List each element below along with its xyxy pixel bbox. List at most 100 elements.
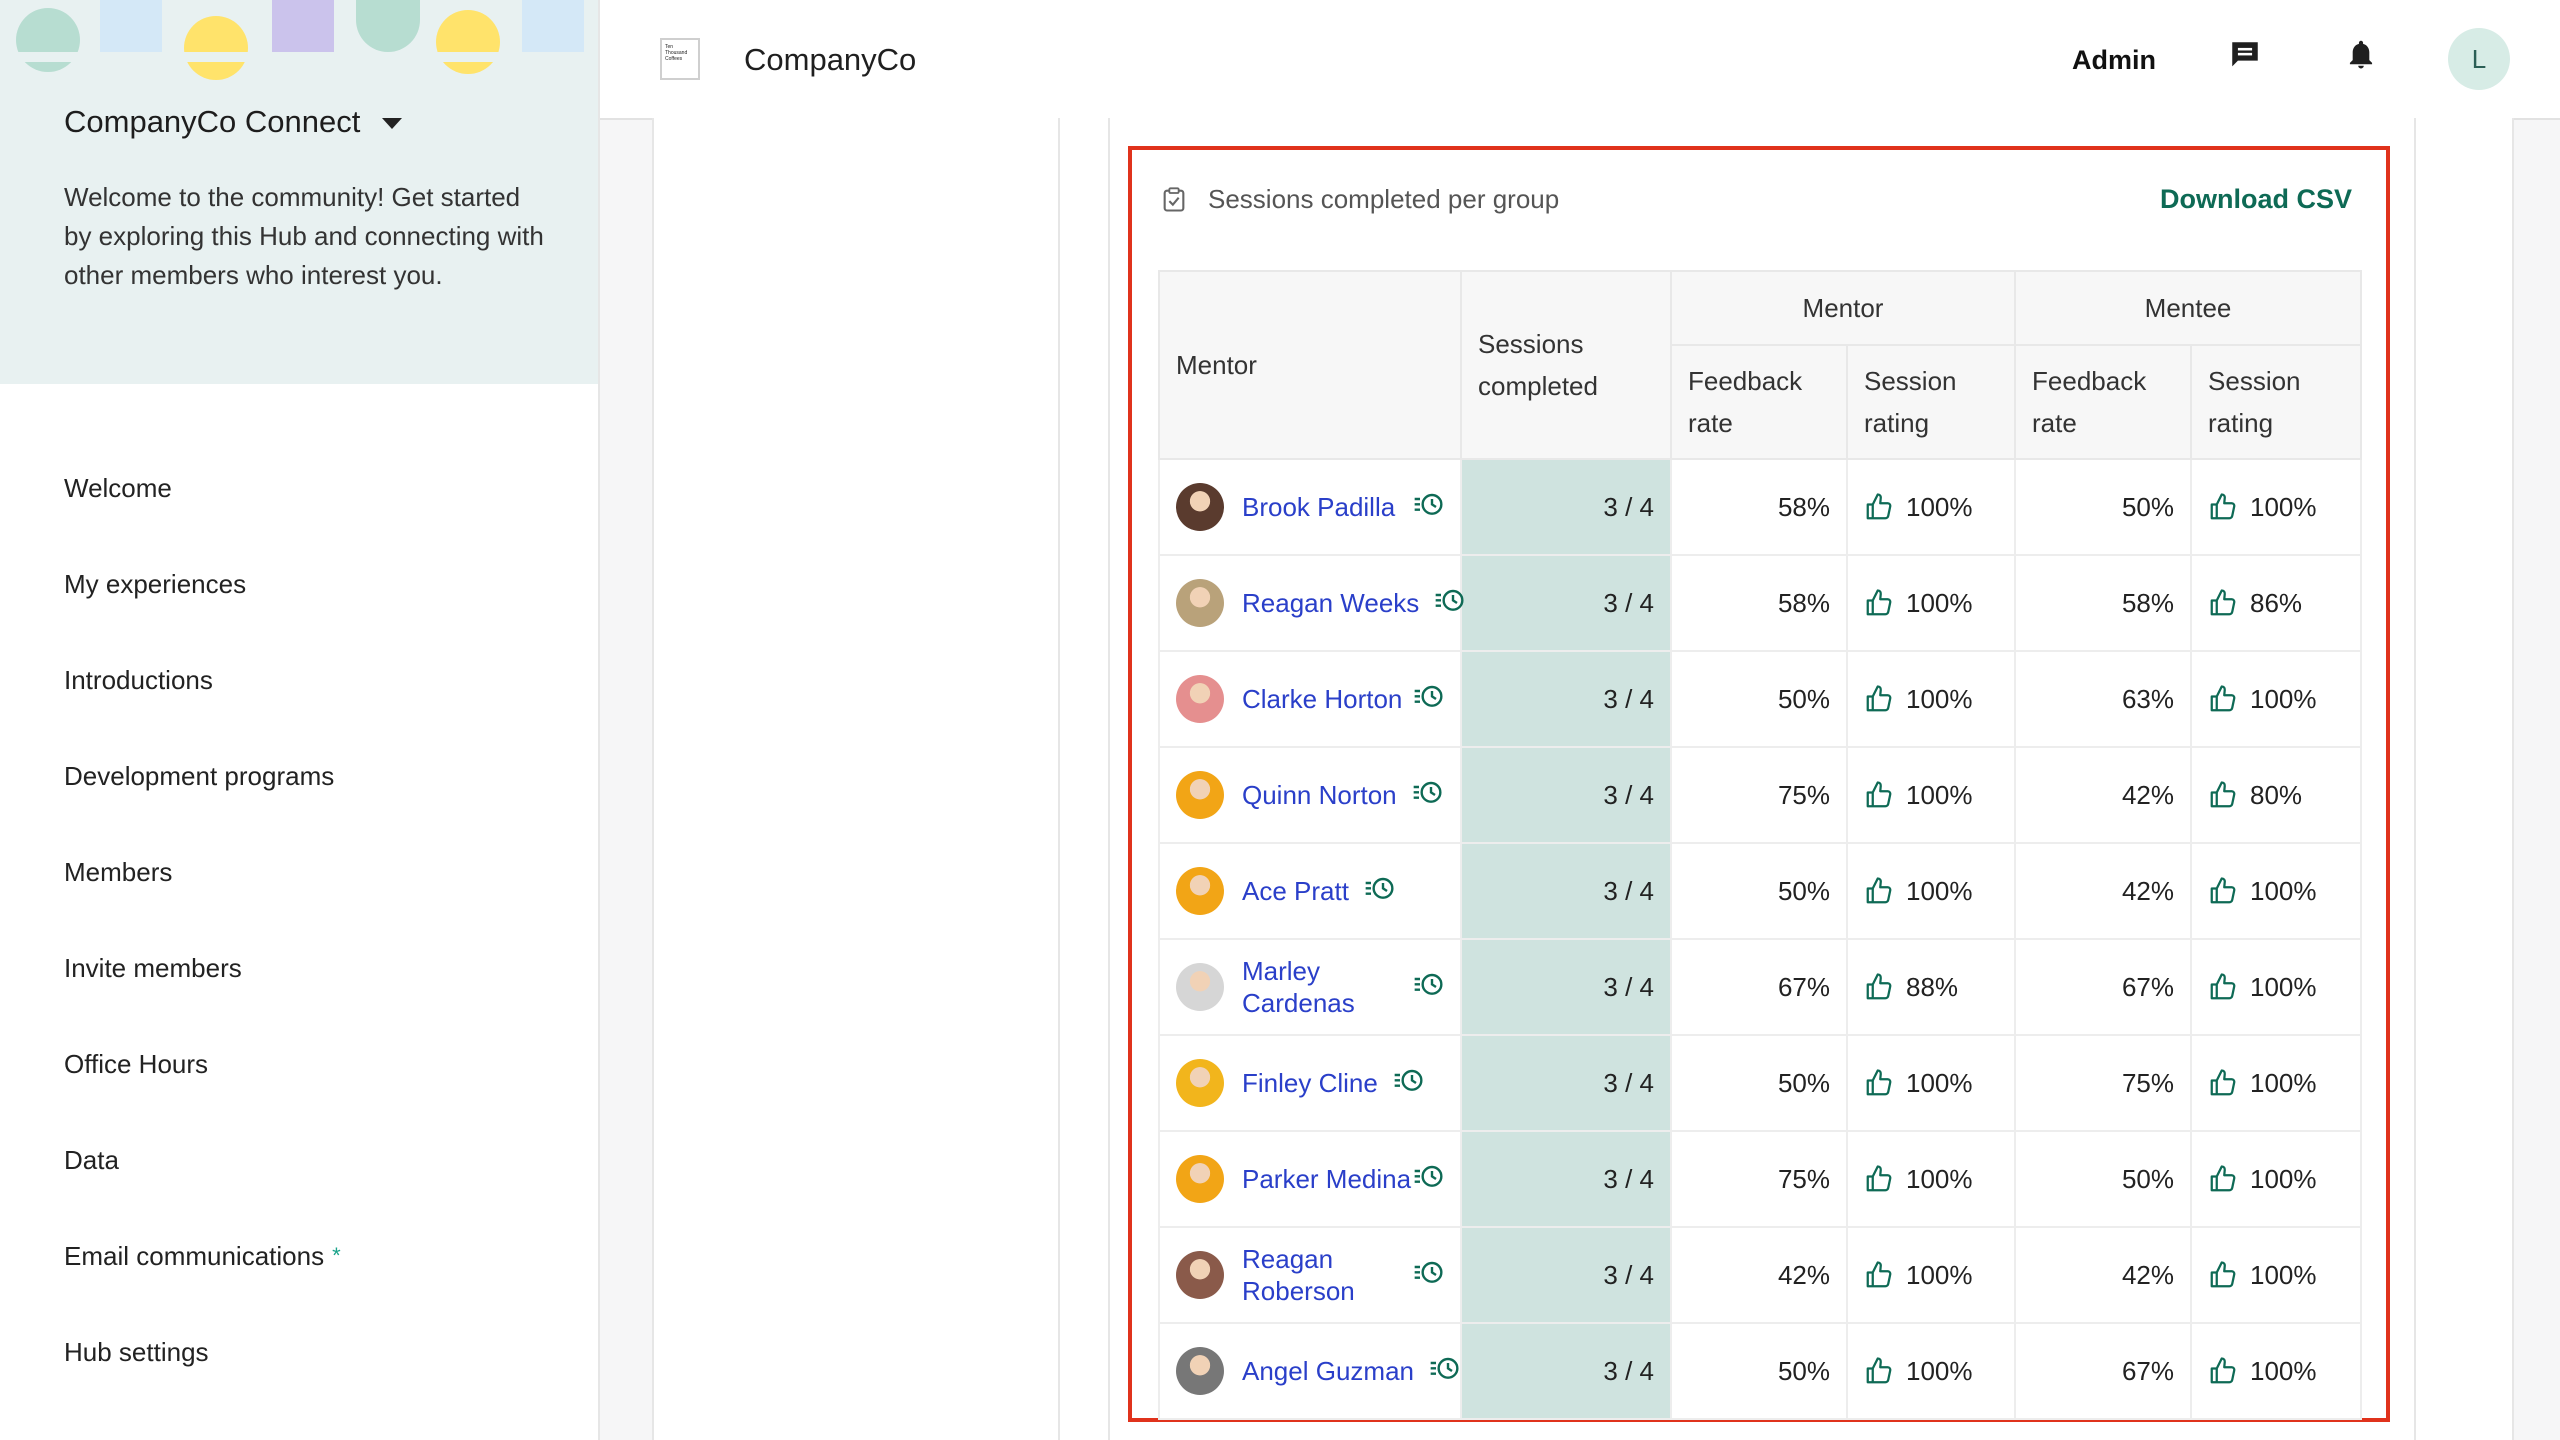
sidebar-item-email-communications[interactable]: Email communications *	[64, 1208, 341, 1304]
decorative-shape	[272, 0, 334, 52]
header-mentee-feedback-rate[interactable]: Feedback rate	[2014, 344, 2193, 460]
mentor-name-link[interactable]: Ace Pratt	[1242, 875, 1349, 907]
header-sessions-completed[interactable]: Sessions completed	[1460, 270, 1672, 460]
sidebar-item-welcome[interactable]: Welcome	[64, 440, 341, 536]
mentor-cell: Clarke Horton	[1158, 650, 1462, 748]
mentor-session-rating-cell: 100%	[1845, 746, 2017, 844]
rating-value: 100%	[2250, 1259, 2317, 1290]
thumbs-up-icon	[2208, 1260, 2238, 1290]
mentor-cell: Quinn Norton	[1158, 746, 1462, 844]
header-mentee-session-rating[interactable]: Session rating	[2190, 344, 2363, 460]
mentor-session-rating-cell: 100%	[1845, 1034, 2017, 1132]
table-row: Angel Guzman 3 / 4 50% 100% 67% 100%	[1158, 1322, 2363, 1420]
sidebar-item-invite-members[interactable]: Invite members	[64, 920, 341, 1016]
session-history-icon[interactable]	[1412, 683, 1444, 715]
sessions-completed-cell: 3 / 4	[1460, 1034, 1672, 1132]
sidebar-item-my-experiences[interactable]: My experiences	[64, 536, 341, 632]
mentor-name-link[interactable]: Reagan Weeks	[1242, 587, 1419, 619]
thumbs-up-icon	[1864, 588, 1894, 618]
mentor-cell: Reagan Roberson	[1158, 1226, 1462, 1324]
avatar	[1176, 483, 1224, 531]
thumbs-up-icon	[2208, 780, 2238, 810]
admin-link[interactable]: Admin	[2072, 45, 2156, 76]
sidebar-item-members[interactable]: Members	[64, 824, 341, 920]
panel-title-text: Sessions completed per group	[1208, 184, 1560, 214]
avatar	[1176, 579, 1224, 627]
thumbs-up-icon	[1864, 1260, 1894, 1290]
user-avatar[interactable]: L	[2448, 28, 2510, 90]
rating-value: 100%	[2250, 875, 2317, 906]
session-history-icon[interactable]	[1411, 779, 1443, 811]
session-history-icon[interactable]	[1412, 1163, 1444, 1195]
header-mentor-feedback-rate[interactable]: Feedback rate	[1670, 344, 1848, 460]
decorative-shape	[436, 10, 500, 74]
message-icon[interactable]	[2228, 38, 2262, 77]
mentee-feedback-rate-cell: 67%	[2014, 1322, 2193, 1420]
mentor-session-rating-cell: 100%	[1845, 1322, 2017, 1420]
sessions-completed-cell: 3 / 4	[1460, 938, 1672, 1036]
decorative-shape	[16, 8, 80, 72]
rating-value: 100%	[1906, 1259, 1973, 1290]
thumbs-up-icon	[2208, 876, 2238, 906]
sidebar-item-office-hours[interactable]: Office Hours	[64, 1016, 341, 1112]
sessions-completed-cell: 3 / 4	[1460, 1322, 1672, 1420]
rating-value: 86%	[2250, 587, 2303, 618]
mentor-name-link[interactable]: Clarke Horton	[1242, 683, 1412, 715]
sidebar-header: CompanyCo Connect Welcome to the communi…	[0, 0, 598, 384]
avatar	[1176, 867, 1224, 915]
sidebar-item-data[interactable]: Data	[64, 1112, 341, 1208]
mentor-name-link[interactable]: Brook Padilla	[1242, 491, 1412, 523]
sessions-completed-cell: 3 / 4	[1460, 746, 1672, 844]
mentor-name-link[interactable]: Parker Medina	[1242, 1163, 1412, 1195]
mentee-feedback-rate-cell: 50%	[2014, 458, 2193, 556]
session-history-icon[interactable]	[1392, 1067, 1424, 1099]
session-history-icon[interactable]	[1412, 971, 1444, 1003]
sidebar-item-label: Invite members	[64, 952, 242, 983]
hub-switcher[interactable]: CompanyCo Connect	[64, 104, 403, 140]
mentor-name-link[interactable]: Quinn Norton	[1242, 779, 1397, 811]
session-history-icon[interactable]	[1433, 587, 1465, 619]
sidebar-item-introductions[interactable]: Introductions	[64, 632, 341, 728]
avatar	[1176, 1155, 1224, 1203]
thumbs-up-icon	[2208, 1068, 2238, 1098]
header-mentor[interactable]: Mentor	[1158, 270, 1462, 460]
mentee-feedback-rate-cell: 42%	[2014, 746, 2193, 844]
company-logo[interactable]: Ten Thousand Coffees	[660, 38, 700, 80]
table-row: Brook Padilla 3 / 4 58% 100% 50% 100%	[1158, 458, 2363, 556]
sidebar-item-hub-settings[interactable]: Hub settings	[64, 1304, 341, 1400]
mentor-feedback-rate-cell: 50%	[1670, 1322, 1848, 1420]
new-badge: *	[332, 1243, 341, 1268]
bell-icon[interactable]	[2344, 38, 2378, 79]
thumbs-up-icon	[2208, 492, 2238, 522]
mentor-name-link[interactable]: Reagan Roberson	[1242, 1243, 1412, 1307]
rating-value: 100%	[2250, 1355, 2317, 1386]
thumbs-up-icon	[2208, 588, 2238, 618]
sidebar-item-label: Hub settings	[64, 1336, 209, 1367]
sidebar-item-development-programs[interactable]: Development programs	[64, 728, 341, 824]
table-body: Brook Padilla 3 / 4 58% 100% 50% 100% Reagan W…	[1158, 458, 2363, 1420]
header-mentor-session-rating[interactable]: Session rating	[1845, 344, 2017, 460]
mentor-cell: Marley Cardenas	[1158, 938, 1462, 1036]
mentor-session-rating-cell: 88%	[1845, 938, 2017, 1036]
table-row: Finley Cline 3 / 4 50% 100% 75% 100%	[1158, 1034, 2363, 1132]
mentor-name-link[interactable]: Angel Guzman	[1242, 1355, 1414, 1387]
session-history-icon[interactable]	[1428, 1355, 1460, 1387]
mentee-feedback-rate-cell: 42%	[2014, 1226, 2193, 1324]
top-bar: Ten Thousand Coffees CompanyCo Admin L	[600, 0, 2560, 120]
mentor-session-rating-cell: 100%	[1845, 650, 2017, 748]
thumbs-up-icon	[2208, 1356, 2238, 1386]
table-row: Clarke Horton 3 / 4 50% 100% 63% 100%	[1158, 650, 2363, 748]
session-history-icon[interactable]	[1363, 875, 1395, 907]
rating-value: 100%	[1906, 1067, 1973, 1098]
mentee-feedback-rate-cell: 42%	[2014, 842, 2193, 940]
mentee-session-rating-cell: 100%	[2190, 650, 2363, 748]
mentor-name-link[interactable]: Finley Cline	[1242, 1067, 1378, 1099]
sidebar: CompanyCo Connect Welcome to the communi…	[0, 0, 600, 1440]
download-csv-link[interactable]: Download CSV	[2160, 184, 2352, 215]
session-history-icon[interactable]	[1412, 491, 1444, 523]
mentor-name-link[interactable]: Marley Cardenas	[1242, 955, 1412, 1019]
hub-description: Welcome to the community! Get started by…	[64, 182, 544, 290]
sidebar-item-label: Office Hours	[64, 1048, 209, 1079]
session-history-icon[interactable]	[1412, 1259, 1444, 1291]
sessions-completed-cell: 3 / 4	[1460, 1226, 1672, 1324]
